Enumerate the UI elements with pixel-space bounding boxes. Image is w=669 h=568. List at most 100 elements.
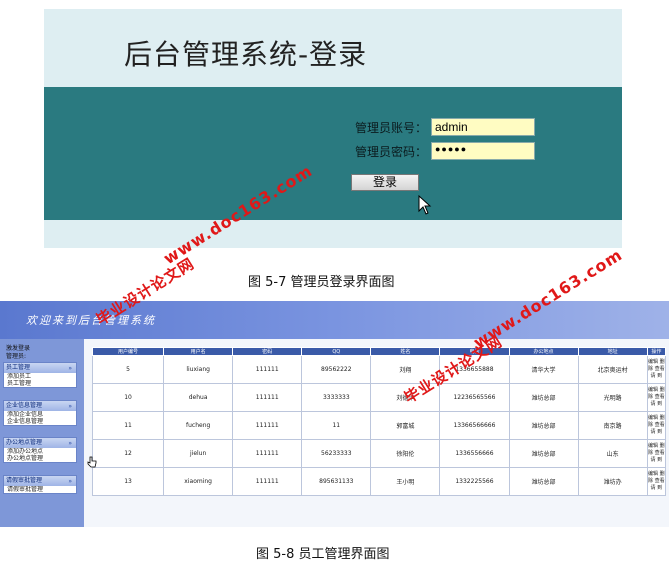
document-page: { "login": { "title": "后台管理系统-登录", "acco… [0,0,669,568]
chevron-double-icon: » [68,440,72,447]
table-cell: dehua [163,383,234,412]
row-actions[interactable]: 编辑 删除 查看请 到 [646,383,667,412]
sidebar-group-header[interactable]: 请假审批管理 » [4,476,76,486]
table-cell: 潍坊总部 [508,467,579,496]
table-row: 10 dehua 111111 3333333 刘德华 12236565566 … [91,383,667,412]
sidebar-item-company-manage[interactable]: 企业信息管理 [4,418,76,425]
login-screenshot: 后台管理系统-登录 管理员账号： admin 管理员密码： ●●●●● 登录 [44,9,622,248]
column-header: 办公地点 [508,347,579,356]
table-cell: fucheng [163,411,234,440]
sidebar-item-add-company[interactable]: 添加企业信息 [4,411,76,418]
table-cell: 5 [91,355,165,384]
chevron-double-icon: » [68,403,72,410]
table-cell: 111111 [232,467,303,496]
sidebar-group-office: 办公地点管理 » 添加办公地点 办公地点管理 [3,437,77,463]
column-header: 地址 [577,347,648,356]
table-cell: 111111 [232,411,303,440]
table-cell: 56233333 [301,439,372,468]
mouse-cursor-icon [418,194,432,219]
sidebar-group-title: 办公地点管理 [6,439,43,446]
table-cell: xiaoming [163,467,234,496]
column-header: 操作 [646,347,667,356]
staff-main: 用户编号 用户名 密码 QQ 姓名 电话 办公地点 地址 操作 5 liuxia… [84,339,669,527]
table-cell: 111111 [232,439,303,468]
table-row: 13 xiaoming 111111 895631133 王小明 1332225… [91,467,667,496]
table-cell: 王小明 [370,467,441,496]
login-caption: 图 5-7 管理员登录界面图 [248,275,395,290]
table-cell: liuxiang [163,355,234,384]
account-row: 管理员账号： admin [347,117,535,137]
welcome-text: 欢迎来到后台管理系统 [26,314,156,327]
table-cell: 潍坊办 [577,467,648,496]
table-row: 11 fucheng 111111 11 郭富城 13366566666 潍坊总… [91,411,667,440]
table-cell: 89562222 [301,355,372,384]
sidebar-item-add-staff[interactable]: 添加员工 [4,373,76,380]
staff-caption: 图 5-8 员工管理界面图 [256,547,390,562]
column-header: 用户编号 [91,347,165,356]
table-cell: 11 [91,411,165,440]
sidebar-group-header[interactable]: 员工管理 » [4,363,76,373]
table-cell: 895631133 [301,467,372,496]
sidebar-group-title: 请假审批管理 [6,477,43,484]
table-cell: 1332225566 [439,467,510,496]
table-cell: 南京路 [577,411,648,440]
sidebar-item-add-office[interactable]: 添加办公地点 [4,448,76,455]
table-cell: 12 [91,439,165,468]
table-header-row: 用户编号 用户名 密码 QQ 姓名 电话 办公地点 地址 操作 [91,347,667,356]
account-label: 管理员账号： [354,120,427,135]
login-form-band: 管理员账号： admin 管理员密码： ●●●●● [44,87,622,220]
table-row: 5 liuxiang 111111 89562222 刘翔 1336655888… [91,355,667,384]
table-cell: 111111 [232,355,303,384]
row-actions[interactable]: 编辑 删除 查看请 到 [646,355,667,384]
table-cell: 徐阳伦 [370,439,441,468]
table-cell: jielun [163,439,234,468]
table-cell: 潍坊总部 [508,383,579,412]
table-row: 12 jielun 111111 56233333 徐阳伦 1336556666… [91,439,667,468]
sidebar-item-leave-approval[interactable]: 请假审批管理 [4,486,76,493]
table-cell: 北京奥运村 [577,355,648,384]
row-actions[interactable]: 编辑 删除 查看请 到 [646,467,667,496]
table-cell: 潍坊总部 [508,411,579,440]
sidebar-group-title: 员工管理 [6,364,31,371]
table-cell: 山东 [577,439,648,468]
sidebar-item-office-manage[interactable]: 办公地点管理 [4,455,76,462]
sidebar-group-leave: 请假审批管理» 请假审批管理 [3,475,77,494]
table-cell: 11 [301,411,372,440]
chevron-double-icon: » [68,478,72,485]
table-cell: 清华大学 [508,355,579,384]
sidebar-group-company: 企业信息管理 » 添加企业信息 企业信息管理 [3,400,77,426]
table-cell: 3333333 [301,383,372,412]
table-cell: 1336556666 [439,439,510,468]
password-input[interactable]: ●●●●● [431,142,535,160]
login-title: 后台管理系统-登录 [124,38,368,71]
staff-table: 用户编号 用户名 密码 QQ 姓名 电话 办公地点 地址 操作 5 liuxia… [91,347,667,496]
staff-screenshot: 欢迎来到后台管理系统 激发登录 管理员: 员工管理» 添加员工 员工管理 企业信… [0,301,669,527]
column-header: QQ [301,347,372,356]
table-cell: 111111 [232,383,303,412]
staff-sidebar: 激发登录 管理员: 员工管理» 添加员工 员工管理 企业信息管理» 添加企业信息… [0,339,84,527]
login-button[interactable]: 登录 [351,174,419,191]
table-cell: 13 [91,467,165,496]
hand-cursor-icon [87,453,97,472]
password-row: 管理员密码： ●●●●● [347,141,535,161]
table-cell: 12236565566 [439,383,510,412]
table-cell: 光明路 [577,383,648,412]
column-header: 用户名 [163,347,234,356]
row-actions[interactable]: 编辑 删除 查看请 到 [646,411,667,440]
sidebar-group-title: 企业信息管理 [6,402,43,409]
sidebar-user: 管理员: [6,353,27,360]
login-header: 后台管理系统-登录 [44,9,622,87]
account-input[interactable]: admin [431,118,535,136]
table-cell: 潍坊总部 [508,439,579,468]
login-footer [44,220,622,248]
sidebar-group-header[interactable]: 办公地点管理 » [4,438,76,448]
sidebar-group-staff: 员工管理 » 添加员工 员工管理 [3,362,77,388]
column-header: 姓名 [370,347,441,356]
table-cell: 13366566666 [439,411,510,440]
table-cell: 10 [91,383,165,412]
sidebar-group-header[interactable]: 企业信息管理 » [4,401,76,411]
row-actions[interactable]: 编辑 删除 查看请 到 [646,439,667,468]
password-label: 管理员密码： [354,144,427,159]
column-header: 密码 [232,347,303,356]
sidebar-item-staff-manage[interactable]: 员工管理 [4,380,76,387]
